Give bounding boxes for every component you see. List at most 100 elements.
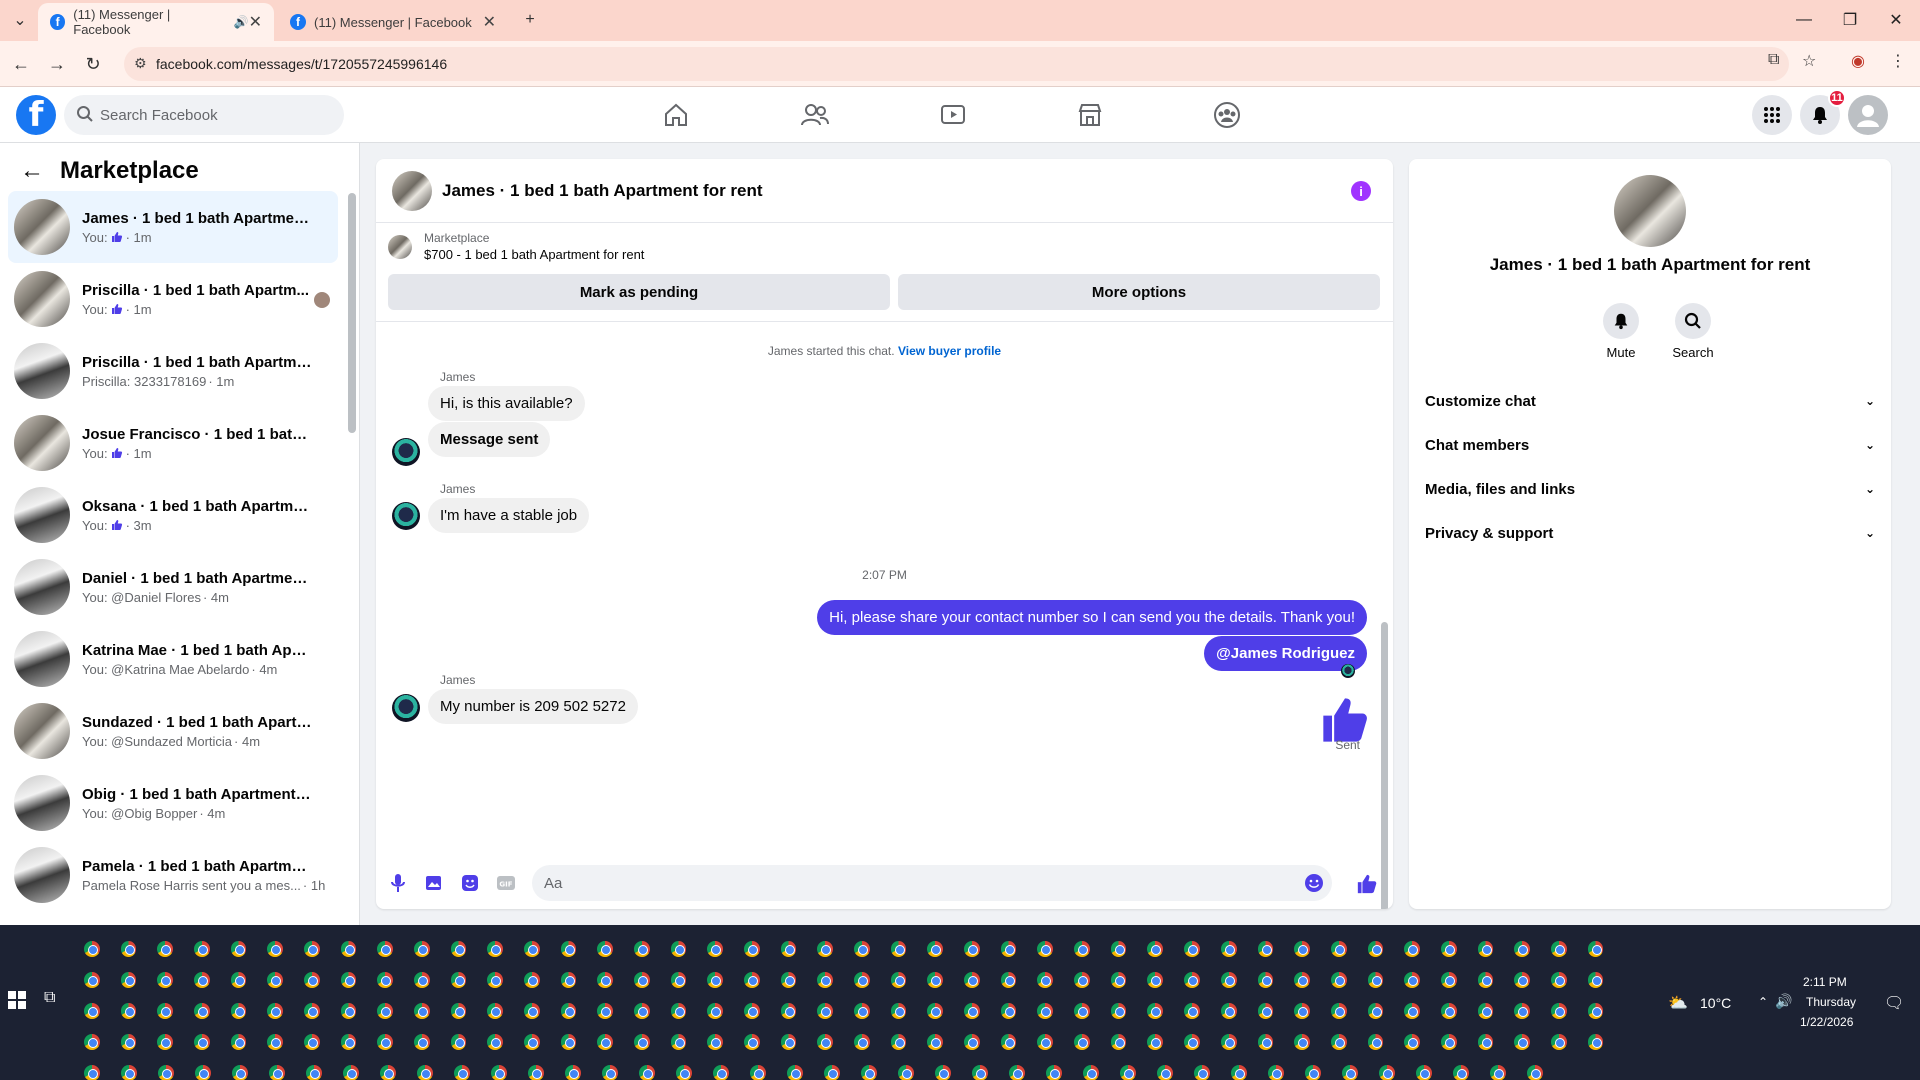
chrome-app-icon[interactable] bbox=[560, 1002, 577, 1019]
chrome-app-icon[interactable] bbox=[487, 1033, 504, 1050]
chrome-app-icon[interactable] bbox=[634, 1033, 650, 1050]
chrome-app-icon[interactable] bbox=[194, 940, 210, 957]
chrome-app-icon[interactable] bbox=[854, 1002, 870, 1019]
chrome-app-icon[interactable] bbox=[744, 971, 760, 988]
browser-tab-active[interactable]: f (11) Messenger | Facebook 🔊 ✕ bbox=[38, 3, 274, 41]
outgoing-message[interactable]: Hi, please share your contact number so … bbox=[817, 600, 1367, 635]
chrome-app-icon[interactable] bbox=[1037, 940, 1054, 957]
chrome-app-icon[interactable] bbox=[194, 971, 210, 988]
chrome-app-icon[interactable] bbox=[450, 1002, 467, 1019]
privacy-support-row[interactable]: Privacy & support ⌄ bbox=[1425, 511, 1875, 555]
chrome-app-icon[interactable] bbox=[780, 1033, 797, 1050]
chrome-app-icon[interactable] bbox=[560, 971, 577, 988]
chrome-app-icon[interactable] bbox=[157, 940, 174, 957]
conversation-item[interactable]: Obig · 1 bed 1 bath Apartment f... You: @… bbox=[8, 767, 338, 839]
chrome-app-icon[interactable] bbox=[639, 1064, 655, 1080]
chrome-app-icon[interactable] bbox=[670, 1002, 687, 1019]
chrome-app-icon[interactable] bbox=[1294, 940, 1310, 957]
chrome-app-icon[interactable] bbox=[487, 940, 504, 957]
chrome-app-icon[interactable] bbox=[1037, 1002, 1054, 1019]
tab-search-chevron-icon[interactable]: ⌄ bbox=[8, 8, 32, 32]
chrome-app-icon[interactable] bbox=[1550, 940, 1567, 957]
chrome-app-icon[interactable] bbox=[306, 1064, 322, 1080]
chrome-app-icon[interactable] bbox=[1220, 1002, 1237, 1019]
chrome-app-icon[interactable] bbox=[1257, 940, 1274, 957]
chrome-app-icon[interactable] bbox=[340, 971, 357, 988]
chrome-app-icon[interactable] bbox=[269, 1064, 285, 1080]
temperature[interactable]: 10°C bbox=[1700, 995, 1731, 1011]
chrome-app-icon[interactable] bbox=[377, 940, 394, 957]
marketplace-icon[interactable] bbox=[1072, 97, 1108, 133]
chrome-app-icon[interactable] bbox=[898, 1064, 914, 1080]
chrome-app-icon[interactable] bbox=[267, 1033, 284, 1050]
chrome-app-icon[interactable] bbox=[1110, 1033, 1127, 1050]
video-icon[interactable] bbox=[935, 97, 971, 133]
conversation-item[interactable]: Daniel · 1 bed 1 bath Apartment ... You: … bbox=[8, 551, 338, 623]
chrome-app-icon[interactable] bbox=[414, 971, 430, 988]
chrome-app-icon[interactable] bbox=[597, 1033, 614, 1050]
chrome-app-icon[interactable] bbox=[491, 1064, 507, 1080]
chrome-app-icon[interactable] bbox=[1477, 1002, 1494, 1019]
chrome-app-icon[interactable] bbox=[817, 1002, 834, 1019]
notifications-button[interactable]: 11 bbox=[1800, 89, 1846, 135]
chrome-app-icon[interactable] bbox=[1268, 1064, 1284, 1080]
forward-icon[interactable]: → bbox=[44, 51, 70, 77]
chrome-app-icon[interactable] bbox=[1000, 1033, 1017, 1050]
chrome-app-icon[interactable] bbox=[157, 1002, 174, 1019]
sender-avatar[interactable] bbox=[392, 694, 420, 722]
chrome-app-icon[interactable] bbox=[1587, 1033, 1604, 1050]
chrome-app-icon[interactable] bbox=[890, 1033, 907, 1050]
chrome-app-icon[interactable] bbox=[1220, 971, 1237, 988]
browser-tab[interactable]: f (11) Messenger | Facebook ✕ bbox=[278, 3, 508, 41]
chrome-app-icon[interactable] bbox=[377, 1002, 394, 1019]
chrome-app-icon[interactable] bbox=[1550, 1002, 1567, 1019]
chrome-app-icon[interactable] bbox=[230, 940, 247, 957]
details-avatar[interactable] bbox=[1614, 175, 1686, 247]
chrome-app-icon[interactable] bbox=[1367, 1033, 1384, 1050]
listing-summary[interactable]: Marketplace $700 - 1 bed 1 bath Apartmen… bbox=[388, 231, 644, 262]
chrome-app-icon[interactable] bbox=[854, 1033, 870, 1050]
chrome-app-icon[interactable] bbox=[1367, 1002, 1384, 1019]
chrome-app-icon[interactable] bbox=[1257, 1033, 1274, 1050]
conversation-item[interactable]: Priscilla · 1 bed 1 bath Apartmen... Pris… bbox=[8, 335, 338, 407]
chrome-app-icon[interactable] bbox=[861, 1064, 877, 1080]
chrome-app-icon[interactable] bbox=[450, 971, 467, 988]
mute-button[interactable]: Mute bbox=[1591, 303, 1651, 360]
chrome-app-icon[interactable] bbox=[1110, 1002, 1127, 1019]
chrome-app-icon[interactable] bbox=[414, 1002, 430, 1019]
media-files-links-row[interactable]: Media, files and links ⌄ bbox=[1425, 467, 1875, 511]
chrome-app-icon[interactable] bbox=[1009, 1064, 1025, 1080]
chrome-app-icon[interactable] bbox=[1416, 1064, 1432, 1080]
chrome-app-icon[interactable] bbox=[232, 1064, 248, 1080]
chrome-app-icon[interactable] bbox=[377, 971, 394, 988]
chrome-app-icon[interactable] bbox=[1147, 1002, 1164, 1019]
search-facebook-input[interactable]: Search Facebook bbox=[64, 95, 344, 135]
new-tab-icon[interactable]: + bbox=[518, 8, 542, 32]
chrome-app-icon[interactable] bbox=[750, 1064, 766, 1080]
view-buyer-profile-link[interactable]: View buyer profile bbox=[898, 344, 1001, 358]
chrome-app-icon[interactable] bbox=[340, 1002, 357, 1019]
chrome-app-icon[interactable] bbox=[597, 1002, 614, 1019]
chrome-app-icon[interactable] bbox=[935, 1064, 951, 1080]
chrome-app-icon[interactable] bbox=[1074, 1002, 1090, 1019]
chrome-app-icon[interactable] bbox=[120, 971, 137, 988]
chrome-app-icon[interactable] bbox=[84, 1064, 100, 1080]
microphone-icon[interactable] bbox=[386, 871, 410, 895]
chrome-app-icon[interactable] bbox=[1147, 1033, 1164, 1050]
chrome-app-icon[interactable] bbox=[414, 1033, 430, 1050]
back-icon[interactable]: ← bbox=[8, 51, 34, 77]
notification-center-icon[interactable]: 🗨 bbox=[1884, 993, 1904, 1013]
menu-grid-icon[interactable] bbox=[1752, 95, 1792, 135]
chrome-app-icon[interactable] bbox=[1147, 971, 1164, 988]
chrome-app-icon[interactable] bbox=[972, 1064, 988, 1080]
chrome-app-icon[interactable] bbox=[194, 1033, 210, 1050]
tab-close-icon[interactable]: ✕ bbox=[483, 12, 496, 32]
chrome-app-icon[interactable] bbox=[780, 940, 797, 957]
chrome-app-icon[interactable] bbox=[707, 1033, 724, 1050]
chrome-app-icon[interactable] bbox=[1330, 1033, 1347, 1050]
chrome-app-icon[interactable] bbox=[377, 1033, 394, 1050]
chrome-app-icon[interactable] bbox=[230, 971, 247, 988]
chrome-app-icon[interactable] bbox=[84, 1033, 100, 1050]
customize-chat-row[interactable]: Customize chat ⌄ bbox=[1425, 379, 1875, 423]
chrome-app-icon[interactable] bbox=[1000, 1002, 1017, 1019]
